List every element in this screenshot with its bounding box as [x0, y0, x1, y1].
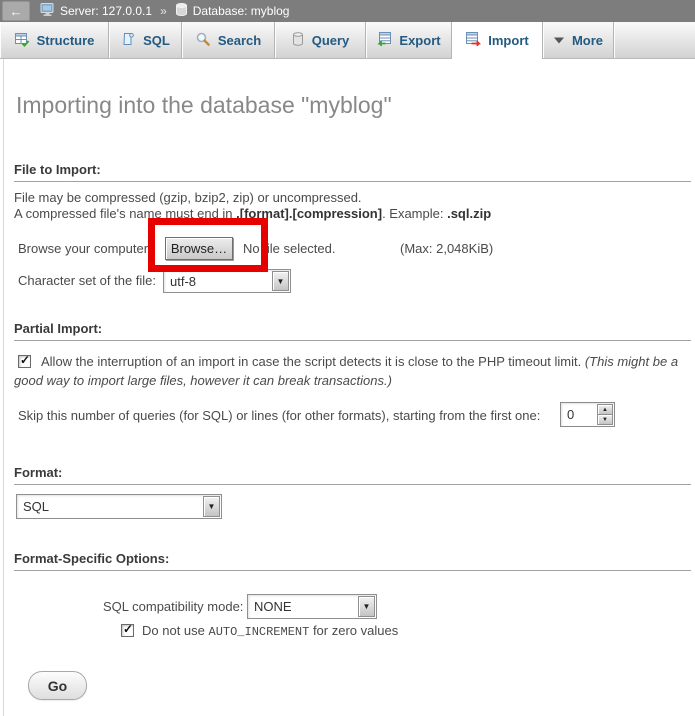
auto-increment-label-prefix: Do not use	[142, 623, 209, 638]
export-icon	[376, 31, 392, 50]
auto-increment-checkbox[interactable]: ✓	[121, 624, 134, 637]
tab-query[interactable]: Query	[275, 22, 366, 58]
tab-bar-filler	[614, 22, 695, 58]
back-button[interactable]: ←	[2, 1, 30, 21]
check-icon: ✓	[20, 353, 30, 367]
stepper-down-icon[interactable]: ▼	[597, 415, 613, 425]
back-arrow-icon: ←	[10, 5, 23, 18]
go-button[interactable]: Go	[28, 671, 87, 700]
compression-info-line2: A compressed file's name must end in .[f…	[14, 206, 491, 221]
tab-bar: Structure SQL Search Query	[0, 22, 695, 59]
tab-export-label: Export	[399, 33, 440, 48]
search-icon	[195, 31, 211, 50]
server-icon	[40, 2, 55, 20]
section-heading-format: Format:	[14, 465, 691, 485]
breadcrumb-server-link[interactable]: Server: 127.0.0.1	[60, 4, 152, 18]
stepper-buttons: ▲ ▼	[597, 404, 613, 425]
allow-interrupt-row: ✓ Allow the interruption of an import in…	[14, 352, 692, 390]
sql-compatibility-select-arrow-icon[interactable]: ▼	[358, 596, 375, 617]
tab-structure[interactable]: Structure	[0, 22, 109, 58]
format-compression-pattern: .[format].[compression]	[236, 206, 382, 221]
skip-queries-label: Skip this number of queries (for SQL) or…	[18, 408, 540, 423]
content-left-border	[3, 59, 4, 716]
tab-sql-label: SQL	[143, 33, 170, 48]
format-select-arrow-icon[interactable]: ▼	[203, 496, 220, 517]
section-heading-format-options: Format-Specific Options:	[14, 551, 691, 571]
charset-select-value: utf-8	[164, 274, 271, 289]
allow-interrupt-label: Allow the interruption of an import in c…	[41, 354, 585, 369]
compression-info-text: A compressed file's name must end in	[14, 206, 236, 221]
sql-icon	[120, 31, 136, 50]
compression-example-label: . Example:	[382, 206, 447, 221]
format-select[interactable]: SQL ▼	[16, 494, 222, 519]
skip-queries-stepper[interactable]: 0 ▲ ▼	[560, 402, 615, 427]
import-icon	[465, 31, 481, 50]
charset-select-arrow-icon[interactable]: ▼	[272, 271, 289, 291]
tab-export[interactable]: Export	[366, 22, 452, 58]
check-icon: ✓	[123, 622, 133, 636]
tab-query-label: Query	[312, 33, 350, 48]
section-heading-file-to-import: File to Import:	[14, 162, 691, 182]
tab-search-label: Search	[218, 33, 261, 48]
tab-structure-label: Structure	[37, 33, 95, 48]
breadcrumb-database-link[interactable]: Database: myblog	[193, 4, 290, 18]
compression-example-value: .sql.zip	[447, 206, 491, 221]
stepper-up-icon[interactable]: ▲	[597, 404, 613, 415]
tab-sql[interactable]: SQL	[109, 22, 182, 58]
allow-interrupt-checkbox[interactable]: ✓	[18, 355, 31, 368]
breadcrumb: Server: 127.0.0.1 » Database: myblog	[40, 2, 289, 20]
tab-more-label: More	[572, 33, 603, 48]
auto-increment-row: ✓ Do not use AUTO_INCREMENT for zero val…	[121, 623, 398, 639]
auto-increment-label-suffix: for zero values	[309, 623, 398, 638]
charset-select[interactable]: utf-8 ▼	[163, 269, 291, 293]
section-heading-partial-import: Partial Import:	[14, 321, 691, 341]
page-title: Importing into the database "myblog"	[16, 92, 392, 119]
max-upload-size: (Max: 2,048KiB)	[400, 241, 493, 256]
sql-compatibility-select-value: NONE	[248, 599, 357, 614]
tab-import[interactable]: Import	[452, 22, 543, 59]
skip-queries-value: 0	[561, 403, 596, 426]
breadcrumb-separator: »	[160, 4, 167, 18]
structure-icon	[14, 31, 30, 50]
tab-more[interactable]: More	[543, 22, 614, 58]
browse-button-label: Browse…	[171, 241, 227, 256]
browse-button[interactable]: Browse…	[165, 237, 233, 260]
tab-search[interactable]: Search	[182, 22, 275, 58]
chevron-down-icon	[553, 33, 565, 48]
format-select-value: SQL	[17, 499, 202, 514]
browse-label: Browse your computer:	[18, 241, 152, 256]
auto-increment-code: AUTO_INCREMENT	[209, 625, 310, 639]
database-icon	[175, 2, 188, 20]
charset-label: Character set of the file:	[18, 273, 156, 288]
breadcrumb-bar: ← Server: 127.0.0.1 » Database: myblog	[0, 0, 695, 22]
sql-compatibility-label: SQL compatibility mode:	[103, 599, 243, 614]
compression-info-line1: File may be compressed (gzip, bzip2, zip…	[14, 190, 362, 205]
sql-compatibility-select[interactable]: NONE ▼	[247, 594, 377, 619]
no-file-selected-text: No file selected.	[243, 241, 336, 256]
query-icon	[291, 31, 305, 50]
go-button-label: Go	[48, 678, 67, 694]
tab-import-label: Import	[488, 33, 528, 48]
